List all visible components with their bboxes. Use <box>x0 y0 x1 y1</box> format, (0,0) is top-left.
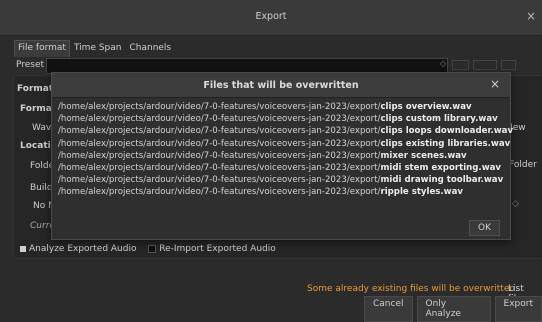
file-path-prefix: /home/alex/projects/ardour/video/7-0-fea… <box>58 138 381 149</box>
tab-channels[interactable]: Channels <box>125 40 175 57</box>
naming-dropdown-icon[interactable]: ◇ <box>512 199 519 209</box>
file-list-item: /home/alex/projects/ardour/video/7-0-fea… <box>58 150 513 162</box>
format-tab-label[interactable]: Format <box>17 84 53 94</box>
overwrite-warning: Some already existing files will be over… <box>307 284 518 294</box>
file-path-prefix: /home/alex/projects/ardour/video/7-0-fea… <box>58 163 381 174</box>
analyze-checkbox[interactable] <box>20 245 26 252</box>
file-name: clips loops downloader.wav <box>380 126 514 137</box>
file-list: /home/alex/projects/ardour/video/7-0-fea… <box>58 101 513 199</box>
tab-bar: File format Time Span Channels <box>14 40 175 57</box>
build-label: Build <box>30 183 53 193</box>
cancel-button[interactable]: Cancel <box>364 296 413 322</box>
file-name: clips custom library.wav <box>380 114 498 125</box>
analyze-checkbox-row[interactable]: Analyze Exported Audio Re-Import Exporte… <box>20 244 276 254</box>
file-name: midi drawing toolbar.wav <box>380 175 504 186</box>
footer-buttons: Cancel Only Analyze Export <box>364 296 542 322</box>
file-name: midi stem exporting.wav <box>380 163 502 174</box>
file-path-prefix: /home/alex/projects/ardour/video/7-0-fea… <box>58 114 381 125</box>
file-path-prefix: /home/alex/projects/ardour/video/7-0-fea… <box>58 175 381 186</box>
reimport-label: Re-Import Exported Audio <box>159 244 276 254</box>
only-analyze-button[interactable]: Only Analyze <box>416 296 491 322</box>
file-name: clips overview.wav <box>380 102 472 112</box>
file-list-item: /home/alex/projects/ardour/video/7-0-fea… <box>58 162 513 174</box>
file-name: clips existing libraries.wav <box>380 138 511 149</box>
window-close-icon[interactable]: × <box>526 9 536 23</box>
window-titlebar: Export × <box>0 0 542 36</box>
format-wav-label: Wav <box>32 123 52 133</box>
preset-label: Preset <box>16 60 45 70</box>
tab-time-span[interactable]: Time Span <box>70 40 126 57</box>
tab-file-format[interactable]: File format <box>14 40 70 57</box>
file-list-item: /home/alex/projects/ardour/video/7-0-fea… <box>58 138 513 150</box>
dialog-titlebar: Files that will be overwritten × <box>52 73 510 98</box>
ok-button[interactable]: OK <box>469 220 500 236</box>
preset-dropdown-icon[interactable]: ◇ <box>440 59 446 68</box>
file-list-item: /home/alex/projects/ardour/video/7-0-fea… <box>58 174 513 186</box>
file-name: mixer scenes.wav <box>380 150 467 161</box>
format-section-label: Forma <box>20 104 52 114</box>
file-path-prefix: /home/alex/projects/ardour/video/7-0-fea… <box>58 150 381 161</box>
reimport-checkbox[interactable] <box>148 244 157 253</box>
overwrite-dialog: Files that will be overwritten × /home/a… <box>51 72 513 240</box>
file-list-item: /home/alex/projects/ardour/video/7-0-fea… <box>58 186 513 198</box>
export-button[interactable]: Export <box>494 296 542 322</box>
file-path-prefix: /home/alex/projects/ardour/video/7-0-fea… <box>58 187 381 198</box>
file-path-prefix: /home/alex/projects/ardour/video/7-0-fea… <box>58 126 381 137</box>
window-title: Export <box>255 11 287 22</box>
file-path-prefix: /home/alex/projects/ardour/video/7-0-fea… <box>58 102 381 112</box>
preset-button-save[interactable] <box>452 60 470 70</box>
analyze-label: Analyze Exported Audio <box>29 244 137 254</box>
file-name: ripple styles.wav <box>380 187 464 198</box>
preset-button-remove[interactable] <box>473 60 497 70</box>
dialog-title: Files that will be overwritten <box>203 80 359 91</box>
file-list-item: /home/alex/projects/ardour/video/7-0-fea… <box>58 125 513 137</box>
preset-button-new[interactable] <box>500 60 516 70</box>
folder-browse-button[interactable]: Folder <box>509 160 537 170</box>
file-list-item: /home/alex/projects/ardour/video/7-0-fea… <box>58 101 513 113</box>
preset-buttons <box>452 60 516 70</box>
dialog-close-icon[interactable]: × <box>490 77 500 91</box>
file-list-item: /home/alex/projects/ardour/video/7-0-fea… <box>58 113 513 125</box>
